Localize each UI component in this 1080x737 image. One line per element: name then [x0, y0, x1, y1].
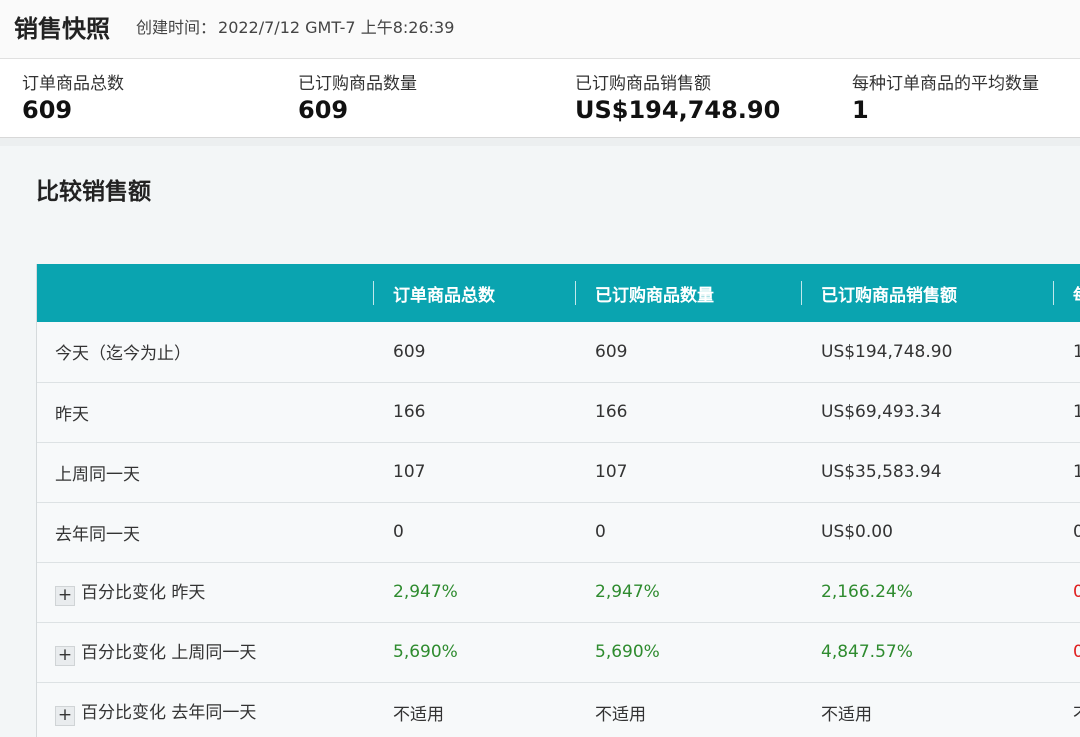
app-header: 销售快照 创建时间： 2022/7/12 GMT-7 上午8:26:39: [0, 0, 1080, 59]
table-header-row: 订单商品总数 已订购商品数量 已订购商品销售额 每: [37, 264, 1080, 322]
page-title: 销售快照: [14, 15, 110, 43]
row-label[interactable]: + 百分比变化 去年同一天: [37, 682, 373, 737]
table-cell: 1: [1053, 322, 1080, 382]
table-cell: 1: [1053, 382, 1080, 442]
table-cell: 4,847.57%: [821, 642, 913, 662]
table-cell: US$69,493.34: [821, 402, 942, 422]
table-cell: 不适用: [821, 704, 872, 725]
metric-ordered-sales: 已订购商品销售额 US$194,748.90: [575, 69, 780, 124]
row-label: 昨天: [37, 382, 373, 442]
row-label-text: 去年同一天: [55, 524, 140, 545]
table-row: + 百分比变化 上周同一天 5,690% 5,690% 4,847.57% 0: [37, 622, 1080, 682]
table-row: 去年同一天 0 0 US$0.00 0: [37, 502, 1080, 562]
table-cell: 166: [393, 402, 426, 422]
column-header-avg-units[interactable]: 每: [1053, 264, 1080, 322]
row-label-text: 百分比变化 上周同一天: [81, 643, 257, 663]
metric-value: US$194,748.90: [575, 96, 781, 124]
metric-value: 1: [852, 96, 869, 124]
row-label-text: 今天（迄今为止）: [55, 344, 191, 365]
table-cell: 1: [1053, 442, 1080, 502]
table-cell: US$35,583.94: [821, 462, 942, 482]
metric-label: 每种订单商品的平均数量: [852, 74, 1039, 94]
row-label-text: 百分比变化 去年同一天: [81, 703, 257, 723]
plus-icon[interactable]: +: [55, 586, 75, 606]
row-label: 上周同一天: [37, 442, 373, 502]
table-cell: 不: [1053, 682, 1080, 737]
table-cell: 不适用: [393, 704, 444, 725]
table-cell: 不适用: [595, 704, 646, 725]
table-cell: 0: [1053, 502, 1080, 562]
table-cell: 0: [1053, 562, 1080, 622]
column-header-ordered-sales[interactable]: 已订购商品销售额: [801, 264, 1053, 322]
table-row: + 百分比变化 去年同一天 不适用 不适用 不适用 不: [37, 682, 1080, 737]
metric-label: 已订购商品销售额: [575, 74, 711, 94]
metric-label: 订单商品总数: [22, 74, 124, 94]
table-cell: 166: [595, 402, 628, 422]
row-label[interactable]: + 百分比变化 昨天: [37, 562, 373, 622]
row-label-text: 百分比变化 昨天: [81, 583, 206, 603]
table-cell: 107: [595, 462, 628, 482]
summary-metrics: 订单商品总数 609 已订购商品数量 609 已订购商品销售额 US$194,7…: [0, 59, 1080, 138]
table-row: 今天（迄今为止） 609 609 US$194,748.90 1: [37, 322, 1080, 382]
row-label: 今天（迄今为止）: [37, 322, 373, 382]
table-cell: 609: [393, 341, 426, 362]
row-label[interactable]: + 百分比变化 上周同一天: [37, 622, 373, 682]
column-header-units-ordered[interactable]: 已订购商品数量: [575, 264, 801, 322]
plus-icon[interactable]: +: [55, 706, 75, 726]
table-row: 昨天 166 166 US$69,493.34 1: [37, 382, 1080, 442]
table-cell: 5,690%: [595, 642, 660, 662]
row-label-text: 上周同一天: [55, 464, 140, 485]
column-header-label: [37, 264, 373, 322]
table-cell: 2,947%: [595, 582, 660, 602]
table-row: + 百分比变化 昨天 2,947% 2,947% 2,166.24% 0: [37, 562, 1080, 622]
metric-total-order-items: 订单商品总数 609: [22, 69, 124, 124]
table-cell: 609: [595, 341, 628, 362]
table-cell: 0: [393, 522, 404, 542]
table-row: 上周同一天 107 107 US$35,583.94 1: [37, 442, 1080, 502]
compare-sales-table: 订单商品总数 已订购商品数量 已订购商品销售额 每 今天（迄今为止） 609 609…: [36, 264, 1080, 737]
metric-label: 已订购商品数量: [298, 74, 417, 94]
compare-sales-title: 比较销售额: [36, 179, 151, 205]
metric-avg-units-per-item: 每种订单商品的平均数量 1: [852, 69, 1039, 124]
metric-value: 609: [22, 96, 73, 124]
column-header-total-order-items[interactable]: 订单商品总数: [373, 264, 575, 322]
created-label: 创建时间：: [136, 18, 217, 37]
created-value: 2022/7/12 GMT-7 上午8:26:39: [218, 18, 455, 37]
metric-value: 609: [298, 96, 349, 124]
table-cell: 5,690%: [393, 642, 458, 662]
table-cell: 2,166.24%: [821, 582, 913, 602]
table-cell: 0: [595, 522, 606, 542]
plus-icon[interactable]: +: [55, 646, 75, 666]
section-divider: [0, 138, 1080, 146]
table-cell: US$0.00: [821, 522, 893, 542]
row-label: 去年同一天: [37, 502, 373, 562]
row-label-text: 昨天: [55, 404, 89, 425]
metric-units-ordered: 已订购商品数量 609: [298, 69, 417, 124]
table-cell: 107: [393, 462, 426, 482]
table-cell: 2,947%: [393, 582, 458, 602]
table-cell: US$194,748.90: [821, 341, 953, 362]
created-timestamp: 创建时间： 2022/7/12 GMT-7 上午8:26:39: [136, 14, 454, 38]
table-cell: 0: [1053, 622, 1080, 682]
